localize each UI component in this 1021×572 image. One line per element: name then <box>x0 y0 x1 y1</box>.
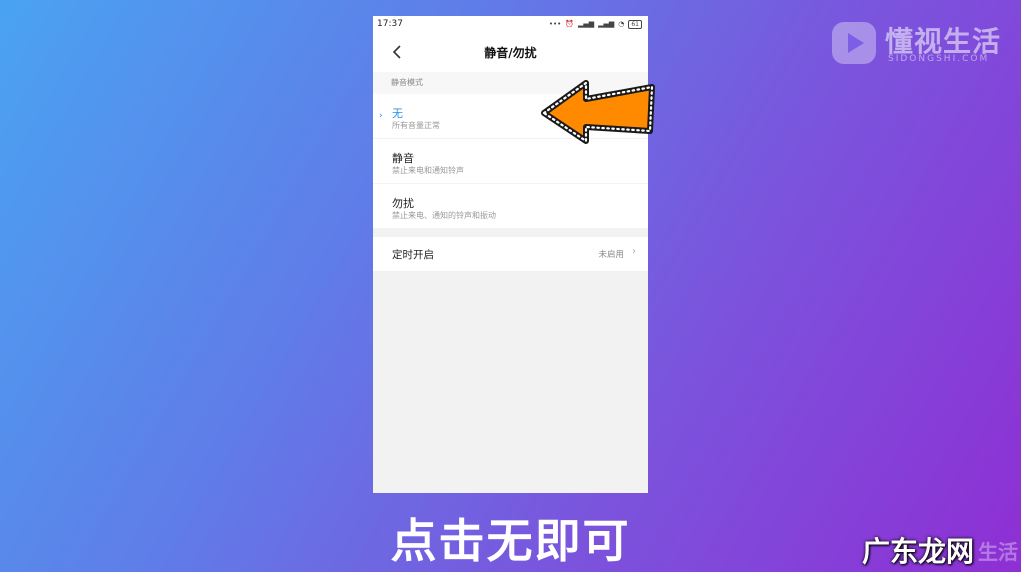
scheduled-on-value: 未启用 <box>598 250 624 260</box>
mode-item-dnd[interactable]: 勿扰 禁止来电、通知的铃声和振动 <box>373 184 648 229</box>
mode-subtitle: 禁止来电和通知铃声 <box>392 166 464 175</box>
mode-subtitle: 所有音量正常 <box>392 121 440 130</box>
mode-subtitle: 禁止来电、通知的铃声和振动 <box>392 211 496 220</box>
battery-icon: 61 <box>628 19 642 29</box>
more-dots-icon: ••• <box>548 20 562 28</box>
wifi-icon: ◔ <box>618 20 625 28</box>
mode-item-silent[interactable]: 静音 禁止来电和通知铃声 <box>373 139 648 184</box>
status-icons: ••• ⏰ ▂▄▆ ▂▄▆ ◔ 61 <box>548 19 642 29</box>
page-title: 静音/勿扰 <box>484 45 537 60</box>
alarm-icon: ⏰ <box>565 20 574 28</box>
scheduled-on-label: 定时开启 <box>392 249 434 261</box>
scheduled-on-row[interactable]: 定时开启 未启用 › <box>373 237 648 271</box>
mode-title: 无 <box>392 107 403 120</box>
signal-icon-2: ▂▄▆ <box>598 20 615 28</box>
pointer-arrow-icon <box>541 80 655 144</box>
section-gap <box>373 229 648 237</box>
watermark: 广东龙网 生活 <box>862 530 1021 570</box>
brand-logo: 懂视生活 SIDONGSHI.COM <box>830 18 1005 72</box>
back-button[interactable] <box>387 41 407 63</box>
selected-chevron-icon: › <box>379 111 383 121</box>
mode-title: 静音 <box>392 152 414 165</box>
play-logo-icon <box>832 22 876 64</box>
chevron-right-icon: › <box>632 246 636 257</box>
mode-title: 勿扰 <box>392 197 414 210</box>
status-bar: 17:37 ••• ⏰ ▂▄▆ ▂▄▆ ◔ 61 <box>373 16 648 32</box>
signal-icon: ▂▄▆ <box>577 20 595 28</box>
title-bar: 静音/勿扰 <box>373 32 648 72</box>
chevron-left-icon <box>392 45 401 59</box>
logo-domain: SIDONGSHI.COM <box>888 54 990 64</box>
watermark-text: 广东龙网 <box>862 535 975 568</box>
watermark-ghost-text: 生活 <box>978 540 1018 564</box>
status-time: 17:37 <box>377 19 403 29</box>
